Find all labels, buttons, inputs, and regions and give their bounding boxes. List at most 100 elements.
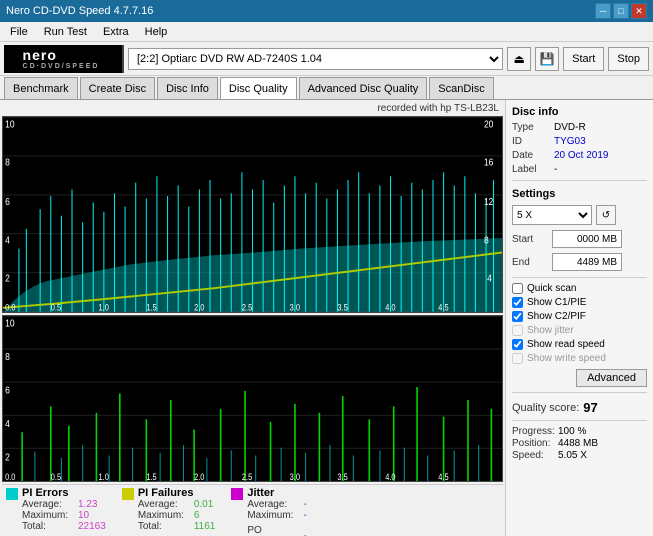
- tab-advanced-disc-quality[interactable]: Advanced Disc Quality: [299, 77, 428, 99]
- disc-id-row: ID TYG03: [512, 136, 647, 147]
- show-jitter-checkbox[interactable]: [512, 325, 523, 336]
- y-right-8: 8: [484, 235, 489, 247]
- show-write-speed-checkbox[interactable]: [512, 353, 523, 364]
- svg-text:2.0: 2.0: [194, 302, 205, 313]
- menu-run-test[interactable]: Run Test: [38, 24, 93, 40]
- drive-select[interactable]: [2:2] Optiarc DVD RW AD-7240S 1.04: [128, 48, 503, 70]
- speed-setting-row: 5 X ↺: [512, 205, 647, 225]
- nero-logo: nero CD·DVD/SPEED: [4, 45, 124, 73]
- show-c2-checkbox[interactable]: [512, 311, 523, 322]
- svg-text:3.0: 3.0: [290, 472, 301, 482]
- show-write-speed-row: Show write speed: [512, 353, 647, 364]
- menubar: File Run Test Extra Help: [0, 22, 653, 42]
- svg-text:4.5: 4.5: [438, 472, 449, 482]
- jitter-max-label: Maximum:: [247, 510, 299, 521]
- nero-brand: nero: [23, 47, 100, 63]
- start-input[interactable]: [552, 230, 622, 248]
- save-icon-button[interactable]: 💾: [535, 47, 559, 71]
- pi-errors-label: PI Errors: [22, 487, 106, 499]
- disc-type-row: Type DVD-R: [512, 122, 647, 133]
- titlebar-title: Nero CD-DVD Speed 4.7.7.16: [6, 5, 153, 17]
- speed-row: Speed: 5.05 X: [512, 450, 647, 461]
- tab-create-disc[interactable]: Create Disc: [80, 77, 155, 99]
- show-read-speed-checkbox[interactable]: [512, 339, 523, 350]
- titlebar: Nero CD-DVD Speed 4.7.7.16 ─ □ ✕: [0, 0, 653, 22]
- svg-text:4: 4: [5, 418, 10, 430]
- quick-scan-row: Quick scan: [512, 283, 647, 294]
- y-right-4: 4: [487, 273, 492, 285]
- pi-fail-avg-value: 0.01: [194, 499, 213, 510]
- eject-icon-button[interactable]: ⏏: [507, 47, 531, 71]
- pi-failures-stat: PI Failures Average: 0.01 Maximum: 6 Tot…: [122, 487, 216, 534]
- tab-disc-info[interactable]: Disc Info: [157, 77, 218, 99]
- y-label-6: 6: [5, 196, 10, 208]
- disc-date-label: Date: [512, 150, 550, 161]
- top-chart-container: 10 8 6 4 2 20 16 12 8 4 0.0 0.5 1.0 1.5 …: [2, 116, 503, 313]
- disc-label-value: -: [554, 164, 557, 175]
- svg-text:0.0: 0.0: [5, 302, 16, 313]
- progress-value: 100 %: [558, 426, 586, 437]
- svg-text:4.0: 4.0: [385, 302, 396, 313]
- position-row: Position: 4488 MB: [512, 438, 647, 449]
- y-right-20: 20: [484, 119, 493, 131]
- pi-fail-total-label: Total:: [138, 521, 190, 532]
- right-panel: Disc info Type DVD-R ID TYG03 Date 20 Oc…: [505, 100, 653, 536]
- bottom-chart-container: 10 8 6 4 2 0.0 0.5 1.0 1.5 2.0 2.5 3.0 3…: [2, 315, 503, 482]
- minimize-button[interactable]: ─: [595, 3, 611, 19]
- pi-errors-max-label: Maximum:: [22, 510, 74, 521]
- menu-extra[interactable]: Extra: [97, 24, 135, 40]
- disc-id-value: TYG03: [554, 136, 586, 147]
- pi-fail-avg-label: Average:: [138, 499, 190, 510]
- show-c1-checkbox[interactable]: [512, 297, 523, 308]
- end-label: End: [512, 257, 548, 268]
- start-setting-row: Start: [512, 230, 647, 248]
- position-value: 4488 MB: [558, 438, 598, 449]
- show-c2-label: Show C2/PIF: [527, 311, 586, 322]
- show-write-speed-label: Show write speed: [527, 353, 606, 364]
- svg-text:2: 2: [5, 452, 10, 464]
- svg-text:10: 10: [5, 317, 14, 329]
- chart-title: recorded with hp TS-LB23L: [2, 102, 503, 116]
- pi-fail-total-value: 1161: [194, 521, 216, 532]
- start-button[interactable]: Start: [563, 47, 604, 71]
- tab-disc-quality[interactable]: Disc Quality: [220, 77, 297, 99]
- quick-scan-checkbox[interactable]: [512, 283, 523, 294]
- pi-failures-label: PI Failures: [138, 487, 216, 499]
- maximize-button[interactable]: □: [613, 3, 629, 19]
- tab-scan-disc[interactable]: ScanDisc: [429, 77, 493, 99]
- speed-select[interactable]: 5 X: [512, 205, 592, 225]
- position-label: Position:: [512, 438, 554, 449]
- advanced-button[interactable]: Advanced: [576, 369, 647, 387]
- main-content: recorded with hp TS-LB23L: [0, 100, 653, 536]
- y-right-16: 16: [484, 157, 493, 169]
- stop-button[interactable]: Stop: [608, 47, 649, 71]
- speed-value: 5.05 X: [558, 450, 587, 461]
- pi-errors-total-label: Total:: [22, 521, 74, 532]
- disc-id-label: ID: [512, 136, 550, 147]
- svg-text:1.5: 1.5: [146, 302, 157, 313]
- y-label-8: 8: [5, 157, 10, 169]
- quality-score-label: Quality score:: [512, 402, 579, 414]
- svg-text:4.5: 4.5: [438, 302, 449, 313]
- y-label-2: 2: [5, 273, 10, 285]
- y-right-12: 12: [484, 196, 493, 208]
- menu-help[interactable]: Help: [139, 24, 174, 40]
- disc-info-title: Disc info: [512, 106, 647, 118]
- speed-label: Speed:: [512, 450, 554, 461]
- tab-bar: Benchmark Create Disc Disc Info Disc Qua…: [0, 76, 653, 100]
- close-button[interactable]: ✕: [631, 3, 647, 19]
- svg-text:1.0: 1.0: [99, 472, 110, 482]
- disc-date-row: Date 20 Oct 2019: [512, 150, 647, 161]
- tab-benchmark[interactable]: Benchmark: [4, 77, 78, 99]
- y-label-4: 4: [5, 235, 10, 247]
- disc-type-label: Type: [512, 122, 550, 133]
- jitter-stat: Jitter Average: - Maximum: - PO failures…: [231, 487, 306, 534]
- disc-type-value: DVD-R: [554, 122, 586, 133]
- menu-file[interactable]: File: [4, 24, 34, 40]
- svg-text:0.5: 0.5: [51, 472, 62, 482]
- divider-4: [512, 420, 647, 421]
- speed-refresh-button[interactable]: ↺: [596, 205, 616, 225]
- svg-text:3.0: 3.0: [290, 302, 301, 313]
- end-input[interactable]: [552, 253, 622, 271]
- quality-score-value: 97: [583, 400, 597, 415]
